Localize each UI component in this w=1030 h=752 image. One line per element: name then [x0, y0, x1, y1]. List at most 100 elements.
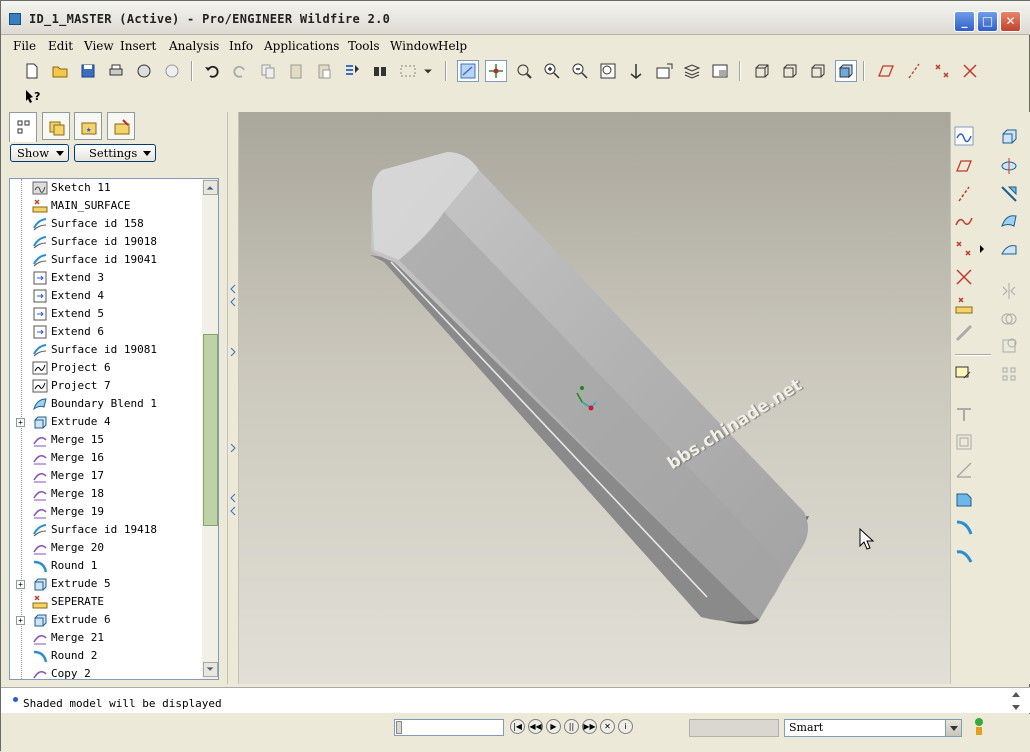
- zoom-out-icon[interactable]: [569, 60, 591, 82]
- open-folder-icon[interactable]: [49, 60, 71, 82]
- menu-file[interactable]: File: [13, 39, 36, 53]
- paste-icon[interactable]: [285, 60, 307, 82]
- orient-mode-icon[interactable]: [513, 60, 535, 82]
- trim-tool-icon[interactable]: [997, 334, 1021, 358]
- spin-center-icon[interactable]: [485, 60, 507, 82]
- extrude-tool-icon[interactable]: [997, 124, 1021, 148]
- no-hidden-icon[interactable]: [807, 60, 829, 82]
- tree-item[interactable]: Surface id 19018: [10, 233, 205, 251]
- tree-item[interactable]: Round 1: [10, 557, 205, 575]
- zoom-in-icon[interactable]: [541, 60, 563, 82]
- tree-item[interactable]: Extend 6: [10, 323, 205, 341]
- tree-item[interactable]: Surface id 19041: [10, 251, 205, 269]
- tree-item[interactable]: Sketch 11: [10, 179, 205, 197]
- tree-item[interactable]: Surface id 158: [10, 215, 205, 233]
- tree-item[interactable]: + Extrude 6: [10, 611, 205, 629]
- draft-tool-icon[interactable]: [952, 458, 976, 482]
- menu-edit[interactable]: Edit: [48, 39, 73, 53]
- tree-item[interactable]: Extend 4: [10, 287, 205, 305]
- print-icon[interactable]: [105, 60, 127, 82]
- playback-first-button[interactable]: |◀: [510, 719, 525, 734]
- shading-icon[interactable]: [835, 60, 857, 82]
- playback-stop-button[interactable]: ✕: [600, 719, 615, 734]
- progress-knob[interactable]: [396, 721, 402, 734]
- tree-item[interactable]: MAIN_SURFACE: [10, 197, 205, 215]
- mirror-tool-icon[interactable]: [997, 279, 1021, 303]
- find-icon[interactable]: [369, 60, 391, 82]
- view-manager-icon[interactable]: [709, 60, 731, 82]
- tree-item[interactable]: Merge 20: [10, 539, 205, 557]
- saved-views-icon[interactable]: [653, 60, 675, 82]
- close-button[interactable]: ✕: [1000, 11, 1021, 32]
- tree-item[interactable]: Round 2: [10, 647, 205, 665]
- tree-item[interactable]: Copy 2: [10, 665, 205, 679]
- datum-axes-icon[interactable]: [903, 60, 925, 82]
- rib-tool-icon[interactable]: [952, 402, 976, 426]
- tree-item[interactable]: Merge 15: [10, 431, 205, 449]
- title-bar[interactable]: ID_1_MASTER (Active) - Pro/ENGINEER Wild…: [1, 1, 1030, 35]
- paste-special-icon[interactable]: [313, 60, 335, 82]
- datum-curve-tool-icon[interactable]: [952, 209, 976, 233]
- select-dropdown-icon[interactable]: [421, 60, 435, 82]
- tab-connections[interactable]: [107, 112, 135, 140]
- panel-sash[interactable]: [227, 112, 239, 684]
- repaint-icon[interactable]: [457, 60, 479, 82]
- tree-item[interactable]: Merge 19: [10, 503, 205, 521]
- merge-tool-icon[interactable]: [997, 307, 1021, 331]
- menu-info[interactable]: Info: [229, 39, 253, 53]
- menu-view[interactable]: View: [84, 39, 114, 53]
- tree-item[interactable]: Surface id 19418: [10, 521, 205, 539]
- menu-help[interactable]: Help: [438, 39, 467, 53]
- refit-icon[interactable]: [597, 60, 619, 82]
- chevron-down-icon[interactable]: [945, 720, 961, 736]
- tree-item[interactable]: Boundary Blend 1: [10, 395, 205, 413]
- layers-icon[interactable]: [681, 60, 703, 82]
- tab-model-tree[interactable]: [9, 112, 37, 142]
- analysis-feature-icon[interactable]: [952, 293, 976, 317]
- datum-point-tool-icon[interactable]: [952, 237, 976, 261]
- tab-folder-browser[interactable]: [42, 112, 70, 140]
- menu-insert[interactable]: Insert: [120, 39, 156, 53]
- playback-info-button[interactable]: i: [618, 719, 633, 734]
- menu-analysis[interactable]: Analysis: [169, 39, 219, 53]
- playback-back-button[interactable]: ◀◀: [528, 719, 543, 734]
- style-tool-icon[interactable]: [997, 237, 1021, 261]
- tree-item[interactable]: Merge 18: [10, 485, 205, 503]
- boundary-blend-tool-icon[interactable]: [997, 209, 1021, 233]
- tree-item[interactable]: Surface id 19081: [10, 341, 205, 359]
- coordinate-system-tool-icon[interactable]: [952, 265, 976, 289]
- expand-toggle[interactable]: +: [16, 580, 25, 589]
- tree-item[interactable]: Extend 5: [10, 305, 205, 323]
- undo-icon[interactable]: [201, 60, 223, 82]
- context-help-icon[interactable]: ?: [21, 86, 43, 108]
- reorient-icon[interactable]: [625, 60, 647, 82]
- expand-toggle[interactable]: +: [16, 616, 25, 625]
- graphics-window[interactable]: bbs.chinade.net: [239, 112, 950, 684]
- revolve-tool-icon[interactable]: [997, 154, 1021, 178]
- tree-item[interactable]: Merge 21: [10, 629, 205, 647]
- note-tool-icon[interactable]: [952, 362, 976, 386]
- scroll-down-arrow[interactable]: [203, 662, 218, 677]
- redo-icon[interactable]: [229, 60, 251, 82]
- settings-dropdown[interactable]: Settings: [74, 144, 156, 162]
- show-dropdown[interactable]: Show: [10, 144, 69, 162]
- datum-axis-tool-icon[interactable]: [952, 182, 976, 206]
- email-icon[interactable]: [133, 60, 155, 82]
- playback-forward-button[interactable]: ▶▶: [582, 719, 597, 734]
- datum-points-icon[interactable]: [931, 60, 953, 82]
- coordinate-systems-icon[interactable]: [959, 60, 981, 82]
- tree-item[interactable]: + Extrude 5: [10, 575, 205, 593]
- regeneration-progress[interactable]: [394, 719, 504, 736]
- tree-item[interactable]: Project 6: [10, 359, 205, 377]
- tree-item[interactable]: Project 7: [10, 377, 205, 395]
- pattern-tool-icon[interactable]: [997, 362, 1021, 386]
- scroll-thumb[interactable]: [203, 334, 218, 526]
- menu-tools[interactable]: Tools: [348, 39, 380, 53]
- sash-arrows[interactable]: [228, 112, 238, 684]
- shell-tool-icon[interactable]: [952, 543, 976, 567]
- minimize-button[interactable]: _: [954, 11, 975, 32]
- chamfer-tool-icon[interactable]: [952, 515, 976, 539]
- variable-section-sweep-icon[interactable]: [997, 182, 1021, 206]
- model-tree[interactable]: Sketch 11 MAIN_SURFACE Surface id 158 Surfa…: [9, 178, 219, 680]
- hole-tool-icon[interactable]: [952, 430, 976, 454]
